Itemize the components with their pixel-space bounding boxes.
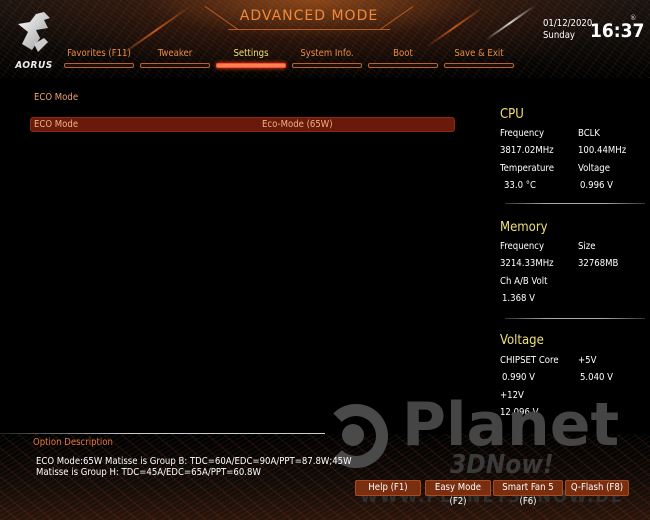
decorative-streak xyxy=(425,6,485,48)
divider xyxy=(0,433,325,434)
memory-volt-label: Ch A/B Volt xyxy=(500,276,548,287)
clock: 16:37 xyxy=(590,20,645,42)
tab-underline xyxy=(216,63,286,68)
memory-size-label: Size xyxy=(578,241,596,252)
memory-frequency-label: Frequency xyxy=(500,241,545,252)
tab-underline xyxy=(444,63,514,68)
option-description-title: Option Description xyxy=(33,437,113,448)
aorus-eagle-icon xyxy=(18,12,50,52)
mode-title[interactable]: ADVANCED MODE xyxy=(228,3,390,30)
divider xyxy=(505,318,645,319)
5v-label: +5V xyxy=(578,355,597,366)
memory-size-value: 32768MB xyxy=(578,258,619,269)
setting-value[interactable]: Eco-Mode (65W) xyxy=(262,118,333,131)
tab-settings[interactable]: Settings xyxy=(216,47,286,68)
tab-underline xyxy=(292,63,362,68)
cpu-voltage-value: 0.996 V xyxy=(580,180,614,191)
aorus-logo: AORUS xyxy=(12,10,56,72)
option-description-line: Matisse is Group H: TDC=45A/EDC=65A/PPT=… xyxy=(36,467,261,478)
memory-status-panel: Memory Frequency Size 3214.33MHz 32768MB… xyxy=(500,220,648,305)
tab-underline xyxy=(64,63,134,68)
setting-name: ECO Mode xyxy=(34,119,79,130)
section-title: ECO Mode xyxy=(34,92,79,103)
tab-label: Boot xyxy=(393,48,413,59)
divider xyxy=(505,203,645,204)
cpu-voltage-label: Voltage xyxy=(578,163,610,174)
date: 01/12/2020 xyxy=(543,18,593,29)
cpu-frequency-label: Frequency xyxy=(500,128,545,139)
tab-underline xyxy=(140,63,210,68)
12v-label: +12V xyxy=(500,390,524,401)
temperature-value: 33.0 °C xyxy=(504,180,536,191)
help-button[interactable]: Help (F1) xyxy=(355,480,421,496)
tab-favorites[interactable]: Favorites (F11) xyxy=(64,47,134,68)
memory-volt-value: 1.368 V xyxy=(502,293,536,304)
q-flash-button[interactable]: Q-Flash (F8) xyxy=(565,480,629,496)
temperature-label: Temperature xyxy=(500,163,554,174)
tab-tweaker[interactable]: Tweaker xyxy=(140,47,210,68)
5v-value: 5.040 V xyxy=(580,372,614,383)
tab-boot[interactable]: Boot xyxy=(368,47,438,68)
tab-label: Tweaker xyxy=(157,48,193,59)
tab-label: Favorites (F11) xyxy=(67,48,131,59)
chipset-core-label: CHIPSET Core xyxy=(500,355,559,366)
smart-fan-button[interactable]: Smart Fan 5 (F6) xyxy=(493,480,563,507)
setting-row-eco-mode[interactable]: ECO Mode Eco-Mode (65W) xyxy=(30,117,455,132)
tab-label: System Info. xyxy=(300,48,354,59)
tab-label: Settings xyxy=(233,48,269,59)
registered-icon: ® xyxy=(630,14,637,22)
date-display: 01/12/2020 Sunday xyxy=(543,18,592,42)
tab-underline xyxy=(368,63,438,68)
tab-system-info[interactable]: System Info. xyxy=(292,47,362,68)
brand-name: AORUS xyxy=(15,60,53,71)
memory-title: Memory xyxy=(500,220,548,235)
memory-frequency-value: 3214.33MHz xyxy=(500,258,554,269)
voltage-title: Voltage xyxy=(500,333,544,348)
voltage-status-panel: Voltage CHIPSET Core +5V 0.990 V 5.040 V… xyxy=(500,333,648,423)
easy-mode-button[interactable]: Easy Mode (F2) xyxy=(425,480,491,507)
cpu-frequency-value: 3817.02MHz xyxy=(500,145,554,156)
bclk-label: BCLK xyxy=(578,128,601,139)
bclk-value: 100.44MHz xyxy=(578,145,627,156)
cpu-status-panel: CPU Frequency BCLK 3817.02MHz 100.44MHz … xyxy=(500,107,648,192)
option-description-line: ECO Mode:65W Matisse is Group B: TDC=60A… xyxy=(36,456,352,467)
cpu-title: CPU xyxy=(500,107,524,122)
decorative-streak xyxy=(484,4,536,42)
day: Sunday xyxy=(543,30,575,41)
tab-save-exit[interactable]: Save & Exit xyxy=(444,47,514,68)
tab-label: Save & Exit xyxy=(454,48,504,59)
12v-value: 12.096 V xyxy=(500,407,539,418)
chipset-core-value: 0.990 V xyxy=(502,372,536,383)
